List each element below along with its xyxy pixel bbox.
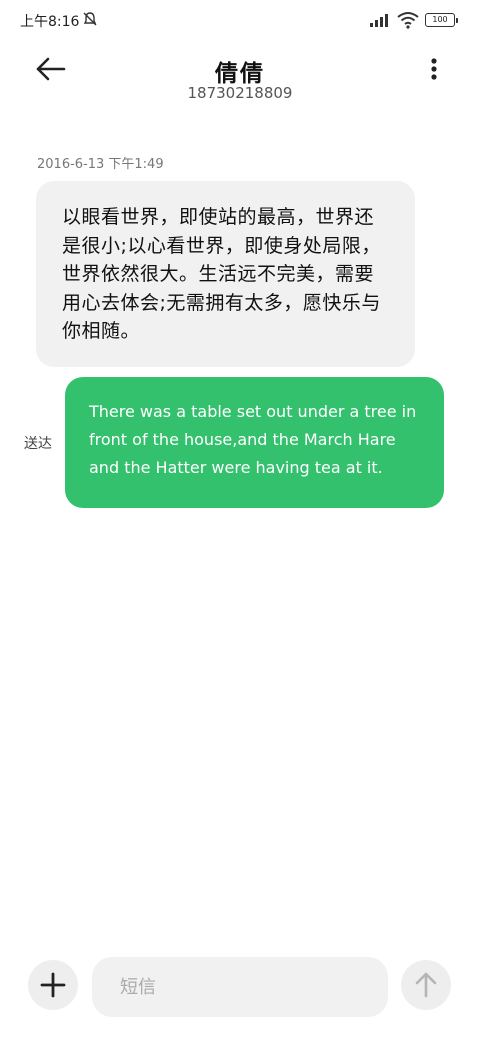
message-input[interactable]	[120, 957, 370, 1017]
send-button[interactable]	[401, 960, 451, 1010]
status-time: 上午8:16	[20, 14, 80, 30]
conversation-header: 倩倩 18730218809	[0, 40, 480, 112]
outgoing-message-text: There was a table set out under a tree i…	[89, 402, 417, 477]
contact-number: 18730218809	[187, 84, 293, 102]
status-bar: 上午8:16 100	[0, 0, 480, 40]
more-options-button[interactable]	[420, 54, 448, 88]
messaging-screen: 上午8:16 100 倩倩 18730218809 2016-6-13 下午1:…	[0, 0, 480, 1040]
add-attachment-button[interactable]	[28, 960, 78, 1010]
contact-name: 倩倩	[215, 61, 265, 87]
incoming-message-bubble[interactable]: 以眼看世界，即使站的最高，世界还是很小;以心看世界，即使身处局限，世界依然很大。…	[36, 181, 415, 367]
signal-icon	[370, 14, 388, 27]
delivery-status: 送达	[24, 436, 52, 452]
outgoing-message-bubble[interactable]: There was a table set out under a tree i…	[65, 377, 444, 508]
incoming-message-text: 以眼看世界，即使站的最高，世界还是很小;以心看世界，即使身处局限，世界依然很大。…	[62, 206, 381, 342]
message-timestamp: 2016-6-13 下午1:49	[37, 157, 164, 172]
battery-indicator: 100	[425, 13, 458, 27]
more-vertical-icon	[431, 58, 437, 80]
mute-icon	[83, 12, 97, 26]
wifi-icon	[397, 12, 419, 29]
compose-field[interactable]	[92, 957, 388, 1017]
arrow-up-icon	[415, 972, 437, 998]
plus-icon	[40, 972, 66, 998]
